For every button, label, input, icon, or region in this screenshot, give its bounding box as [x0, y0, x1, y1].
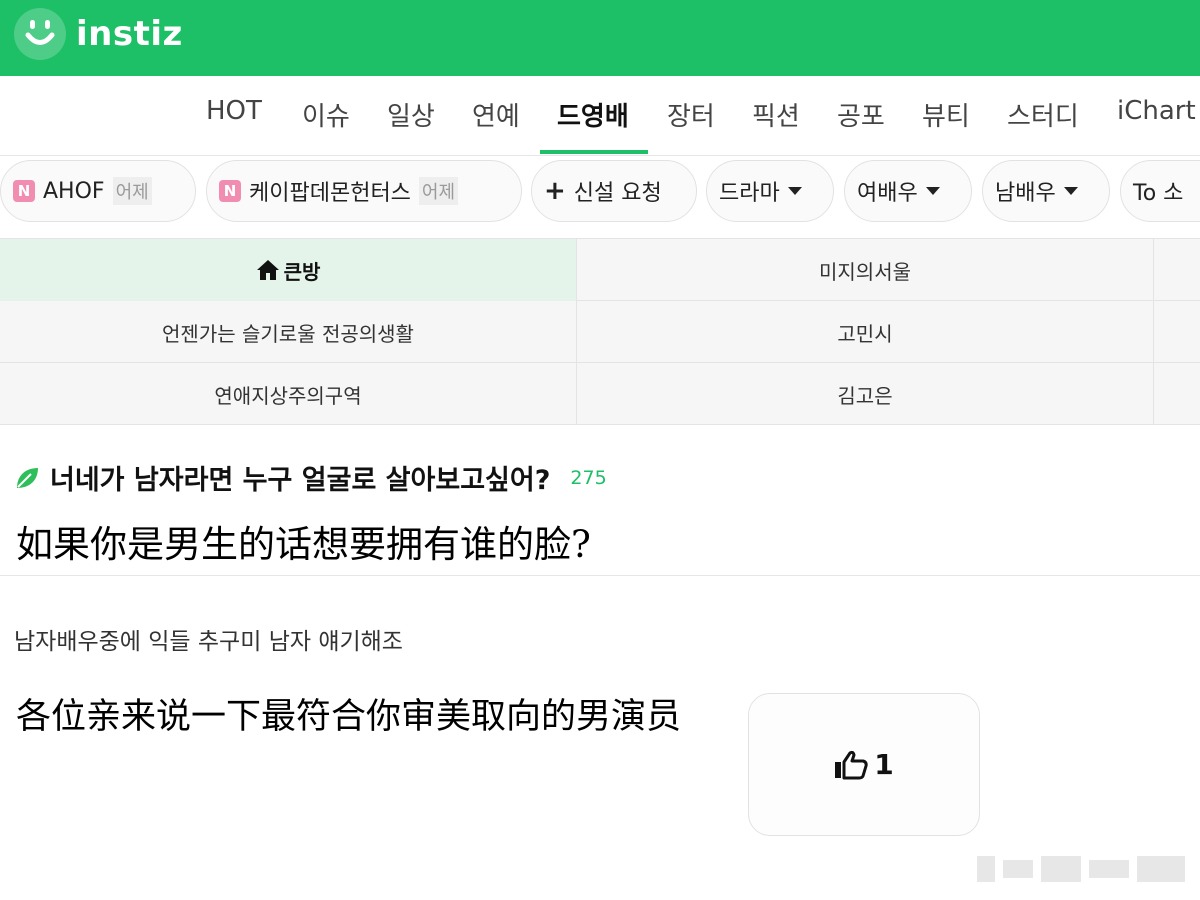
table-row: 연애지상주의구역 김고은 — [0, 363, 1200, 425]
post-title: 너네가 남자라면 누구 얼굴로 살아보고싶어? — [50, 465, 551, 496]
caret-down-icon — [787, 187, 802, 195]
tab-daily[interactable]: 일상 — [387, 96, 435, 133]
tab-drama-movie[interactable]: 드영배 — [557, 96, 629, 133]
tab-horror[interactable]: 공포 — [837, 96, 885, 133]
home-board-cell[interactable]: 큰방 — [0, 239, 577, 301]
tab-ichart[interactable]: iChart — [1117, 96, 1196, 126]
tab-study[interactable]: 스터디 — [1007, 96, 1079, 133]
table-cell-label: 언젠가는 슬기로울 전공의생활 — [162, 321, 414, 346]
watermark-logo — [977, 856, 1185, 882]
active-tab-indicator — [540, 150, 648, 154]
chip-kpop-demon-hunters[interactable]: N 케이팝데몬헌터스 어제 — [206, 160, 522, 222]
chip-label: 신설 요청 — [573, 181, 662, 206]
table-row: 언젠가는 슬기로울 전공의생활 고민시 — [0, 301, 1200, 363]
table-row: 큰방 미지의서울 — [0, 239, 1200, 301]
chip-actor-dropdown[interactable]: 남배우 — [982, 160, 1110, 222]
chip-drama-dropdown[interactable]: 드라마 — [706, 160, 834, 222]
post-header: 너네가 남자라면 누구 얼굴로 살아보고싶어? 275 — [14, 458, 607, 497]
translated-title: 如果你是男生的话想要拥有谁的脸? — [16, 523, 591, 566]
new-badge: N — [219, 180, 241, 202]
thumbs-up-icon — [835, 750, 868, 779]
chip-label: 여배우 — [857, 181, 918, 206]
table-cell[interactable]: 고민시 — [577, 301, 1154, 363]
divider — [0, 575, 1200, 576]
table-cell[interactable]: 연애지상주의구역 — [0, 363, 577, 425]
smiley-logo-icon — [14, 8, 66, 60]
request-new-board-button[interactable]: + 신설 요청 — [531, 160, 697, 222]
board-table: 큰방 미지의서울 언젠가는 슬기로울 전공의생활 고민시 연애지상주의구역 김고… — [0, 238, 1200, 425]
new-badge: N — [13, 180, 35, 202]
chip-label: 드라마 — [719, 181, 780, 206]
chip-label: To 소 — [1133, 181, 1184, 206]
comment-count[interactable]: 275 — [570, 467, 606, 489]
site-logo[interactable]: instiz — [14, 8, 183, 60]
chip-to[interactable]: To 소 — [1120, 160, 1200, 222]
table-cell[interactable]: 언젠가는 슬기로울 전공의생활 — [0, 301, 577, 363]
chip-actress-dropdown[interactable]: 여배우 — [844, 160, 972, 222]
tab-hot[interactable]: HOT — [206, 96, 262, 126]
chip-label: 남배우 — [995, 181, 1056, 206]
tab-beauty[interactable]: 뷰티 — [922, 96, 970, 133]
home-icon — [256, 260, 279, 280]
top-header: instiz — [0, 0, 1200, 76]
chip-label: 케이팝데몬헌터스 — [249, 181, 411, 206]
tab-issue[interactable]: 이슈 — [302, 96, 350, 133]
tab-fiction[interactable]: 픽션 — [752, 96, 800, 133]
like-button[interactable]: 1 — [748, 693, 980, 836]
translated-body: 各位亲来说一下最符合你审美取向的男演员 — [16, 697, 682, 737]
like-count: 1 — [874, 748, 894, 781]
chip-label: AHOF — [43, 178, 105, 204]
table-cell-label: 고민시 — [837, 321, 893, 346]
table-cell[interactable]: 미지의서울 — [577, 239, 1154, 301]
logo-text: instiz — [76, 14, 183, 54]
table-cell-label: 연애지상주의구역 — [214, 383, 362, 408]
board-chip-row: N AHOF 어제 N 케이팝데몬헌터스 어제 + 신설 요청 드라마 여배우 … — [0, 156, 1200, 236]
category-nav: HOT 이슈 일상 연예 드영배 장터 픽션 공포 뷰티 스터디 iChart — [0, 76, 1200, 156]
post-body: 남자배우중에 익들 추구미 남자 얘기해조 — [14, 629, 403, 655]
caret-down-icon — [925, 187, 940, 195]
tab-entertainment[interactable]: 연예 — [472, 96, 520, 133]
chip-ahof[interactable]: N AHOF 어제 — [0, 160, 196, 222]
table-cell[interactable]: 김고은 — [577, 363, 1154, 425]
table-cell-label: 미지의서울 — [819, 259, 911, 284]
chip-time: 어제 — [418, 177, 459, 205]
tab-market[interactable]: 장터 — [667, 96, 715, 133]
plus-icon: + — [544, 176, 566, 206]
table-cell-label: 김고은 — [837, 383, 893, 408]
chip-time: 어제 — [112, 177, 152, 205]
table-cell-label: 큰방 — [283, 259, 321, 284]
caret-down-icon — [1063, 187, 1078, 195]
leaf-icon — [17, 467, 38, 488]
